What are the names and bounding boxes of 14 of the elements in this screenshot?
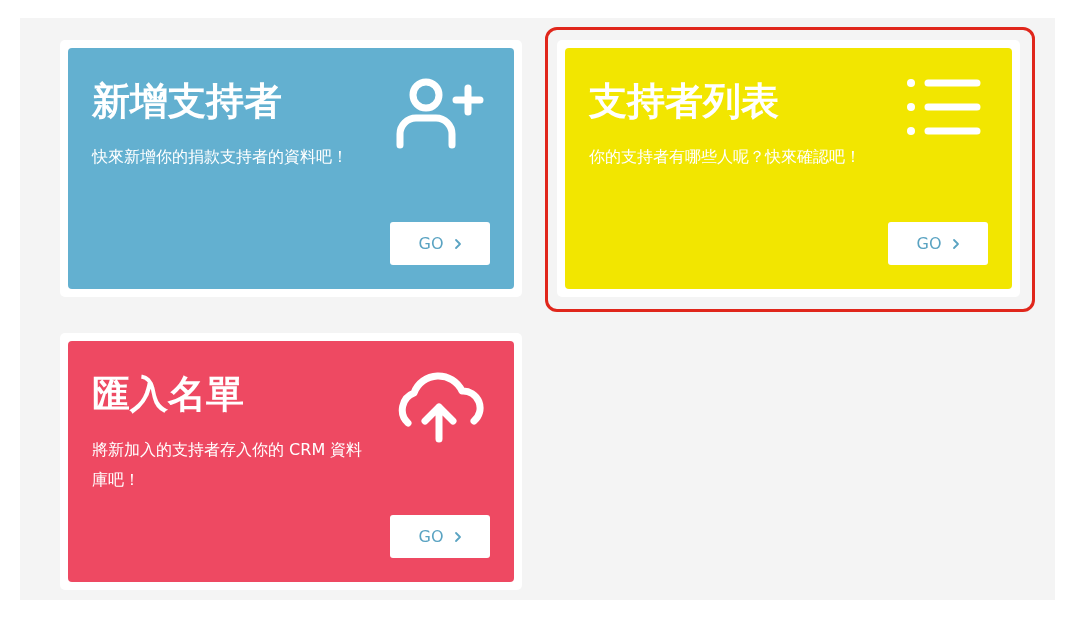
- card-title: 支持者列表: [589, 78, 780, 125]
- card-description: 快來新增你的捐款支持者的資料吧！: [92, 146, 349, 168]
- go-button[interactable]: GO: [888, 222, 988, 265]
- chevron-right-icon: [951, 237, 960, 250]
- chevron-right-icon: [453, 237, 462, 250]
- chevron-right-icon: [453, 530, 462, 543]
- go-button[interactable]: GO: [390, 515, 490, 558]
- card-description: 將新加入的支持者存入你的 CRM 資料庫吧！: [92, 439, 364, 491]
- card-description: 你的支持者有哪些人呢？快來確認吧！: [589, 146, 862, 168]
- list-icon: [906, 78, 982, 136]
- add-user-icon: [394, 78, 484, 150]
- go-button[interactable]: GO: [390, 222, 490, 265]
- card-title: 新增支持者: [92, 78, 283, 125]
- card-title: 匯入名單: [92, 371, 245, 418]
